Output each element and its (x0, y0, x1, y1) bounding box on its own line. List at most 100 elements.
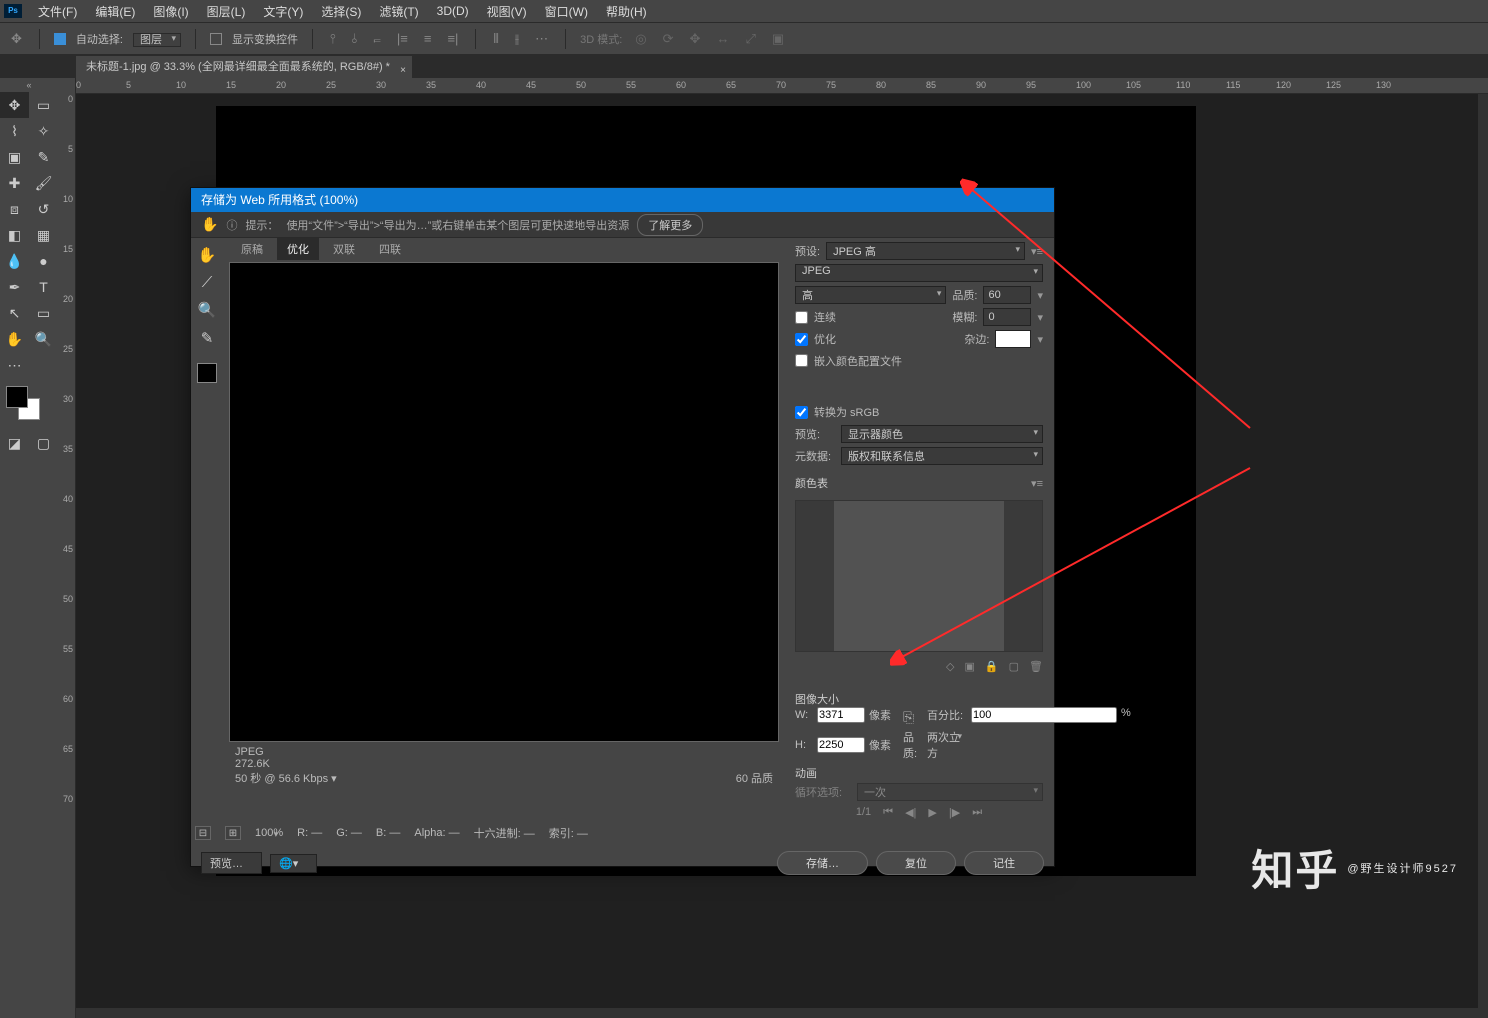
menu-filter[interactable]: 滤镜(T) (371, 1, 426, 22)
stamp-tool-icon[interactable]: ⧈ (0, 196, 29, 222)
color-table-grid[interactable] (834, 501, 1004, 651)
metadata-dropdown[interactable]: 版权和联系信息 (841, 447, 1043, 465)
lasso-tool-icon[interactable]: ⌇ (0, 118, 29, 144)
hand-tool-icon[interactable]: ✋ (198, 246, 217, 264)
ct-shift-icon[interactable]: ▣ (965, 660, 975, 673)
eyedropper-tool-icon[interactable]: ✎ (29, 144, 58, 170)
align-right-icon[interactable]: ≡| (444, 31, 461, 46)
prev-frame-icon[interactable]: ◀| (902, 805, 919, 820)
foreground-swatch[interactable] (6, 386, 28, 408)
width-input[interactable] (817, 707, 865, 723)
last-frame-icon[interactable]: ⏭ (969, 805, 985, 820)
menu-file[interactable]: 文件(F) (30, 1, 85, 22)
zoom-out-icon[interactable]: ⊟ (195, 826, 211, 840)
preview-image[interactable] (229, 262, 779, 742)
preset-menu-icon[interactable]: ▾≡ (1031, 245, 1043, 258)
distribute-v-icon[interactable]: ⫴ (490, 31, 501, 47)
next-frame-icon[interactable]: |▶ (946, 805, 963, 820)
ct-new-icon[interactable]: ▢ (1009, 660, 1019, 673)
color-swatches[interactable] (0, 384, 58, 424)
embed-profile-check[interactable] (795, 354, 808, 367)
menu-edit[interactable]: 编辑(E) (87, 1, 143, 22)
wand-tool-icon[interactable]: ✧ (29, 118, 58, 144)
link-icon[interactable]: ⎘ (903, 709, 923, 726)
tab-4up[interactable]: 四联 (369, 238, 411, 260)
gradient-tool-icon[interactable]: ▦ (29, 222, 58, 248)
zoom-in-icon[interactable]: ⊞ (225, 826, 241, 840)
save-button[interactable]: 存储… (777, 851, 868, 875)
zoom-tool-icon[interactable]: 🔍 (29, 326, 58, 352)
eyedropper-tool-icon[interactable]: ✎ (201, 329, 214, 347)
menu-3d[interactable]: 3D(D) (429, 2, 477, 20)
menu-view[interactable]: 视图(V) (479, 1, 535, 22)
menu-window[interactable]: 窗口(W) (537, 1, 596, 22)
srgb-check[interactable] (795, 406, 808, 419)
menu-select[interactable]: 选择(S) (313, 1, 369, 22)
preview-dropdown[interactable]: 显示器颜色 (841, 425, 1043, 443)
browser-preview-icon[interactable]: 🌐▾ (270, 854, 317, 873)
blur-tool-icon[interactable]: 💧 (0, 248, 29, 274)
play-icon[interactable]: ▶ (925, 805, 939, 820)
ct-trash-icon[interactable]: 🗑 (1029, 660, 1043, 673)
learn-more-button[interactable]: 了解更多 (637, 214, 703, 236)
path-tool-icon[interactable]: ↖ (0, 300, 29, 326)
hand-tool-icon[interactable]: ✋ (0, 326, 29, 352)
zoom-dropdown[interactable]: 100% (255, 827, 283, 839)
blur-slider-icon[interactable]: ▾ (1037, 311, 1043, 324)
percent-input[interactable] (971, 707, 1117, 723)
roll-icon[interactable]: ⟳ (660, 31, 677, 47)
marquee-tool-icon[interactable]: ▭ (29, 92, 58, 118)
sampled-color-swatch[interactable] (197, 363, 217, 383)
move-tool-icon[interactable]: ✥ (0, 92, 29, 118)
align-top-icon[interactable]: ⫯ (327, 31, 339, 47)
preview-button[interactable]: 预览… (201, 852, 262, 874)
zoom-tool-icon[interactable]: 🔍 (198, 301, 217, 319)
auto-select-dropdown[interactable]: 图层 (133, 33, 181, 47)
quality-slider-icon[interactable]: ▾ (1037, 289, 1043, 302)
quality-input[interactable] (983, 286, 1031, 304)
align-left-icon[interactable]: |≡ (394, 31, 411, 46)
ct-diamond-icon[interactable]: ◇ (946, 660, 954, 673)
eraser-tool-icon[interactable]: ◧ (0, 222, 29, 248)
tab-optimized[interactable]: 优化 (277, 238, 319, 260)
auto-select-check[interactable] (54, 33, 66, 45)
show-transform-check[interactable] (210, 33, 222, 45)
orbit-icon[interactable]: ◎ (632, 31, 649, 47)
pen-tool-icon[interactable]: ✒ (0, 274, 29, 300)
distribute-h-icon[interactable]: ⫲ (512, 31, 522, 47)
menu-image[interactable]: 图像(I) (145, 1, 196, 22)
first-frame-icon[interactable]: ⏮ (880, 805, 896, 820)
history-brush-icon[interactable]: ↺ (29, 196, 58, 222)
meta-time[interactable]: 50 秒 @ 56.6 Kbps ▾ (235, 770, 337, 786)
menu-layer[interactable]: 图层(L) (199, 1, 254, 22)
distribute-3-icon[interactable]: ⋯ (532, 31, 551, 47)
align-hcenter-icon[interactable]: ≡ (421, 31, 435, 46)
slide-icon[interactable]: ↔ (713, 31, 732, 46)
toolbox-collapse-icon[interactable]: « (0, 78, 58, 92)
more-tools-icon[interactable]: ⋯ (0, 352, 29, 378)
colortable-menu-icon[interactable]: ▾≡ (1031, 477, 1043, 490)
zoom-icon[interactable]: ⤢ (742, 31, 758, 47)
format-dropdown[interactable]: JPEG (795, 264, 1043, 282)
align-vcenter-icon[interactable]: ⫰ (349, 31, 361, 47)
tab-original[interactable]: 原稿 (231, 238, 273, 260)
matte-dropdown-icon[interactable]: ▾ (1037, 333, 1043, 346)
screenmode-icon[interactable]: ▢ (29, 430, 58, 456)
menu-type[interactable]: 文字(Y) (255, 1, 311, 22)
dodge-tool-icon[interactable]: ● (29, 248, 58, 274)
ct-lock-icon[interactable]: 🔒 (985, 660, 999, 673)
quality-level-dropdown[interactable]: 高 (795, 286, 946, 304)
shape-tool-icon[interactable]: ▭ (29, 300, 58, 326)
type-tool-icon[interactable]: T (29, 274, 58, 300)
hand-icon[interactable]: ✋ (201, 216, 218, 233)
dialog-titlebar[interactable]: 存储为 Web 所用格式 (100%) (191, 188, 1054, 212)
camera-icon[interactable]: ▣ (769, 31, 787, 47)
heal-tool-icon[interactable]: ✚ (0, 170, 29, 196)
crop-tool-icon[interactable]: ▣ (0, 144, 29, 170)
brush-tool-icon[interactable]: 🖌 (29, 170, 58, 196)
progressive-check[interactable] (795, 311, 808, 324)
quickmask-icon[interactable]: ◪ (0, 430, 29, 456)
tab-2up[interactable]: 双联 (323, 238, 365, 260)
optimize-check[interactable] (795, 333, 808, 346)
menu-help[interactable]: 帮助(H) (598, 1, 655, 22)
